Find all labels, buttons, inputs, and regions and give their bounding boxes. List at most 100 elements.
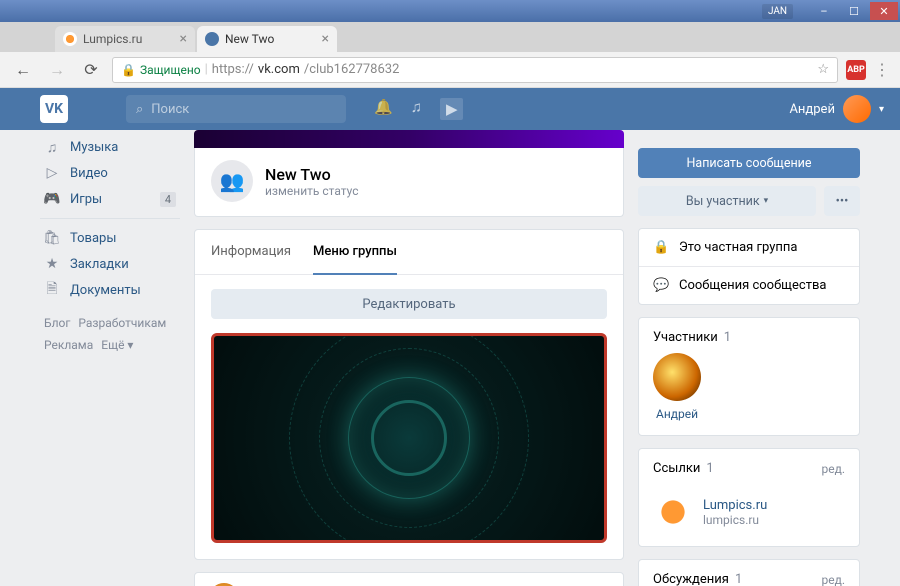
video-icon: ▷ (44, 165, 60, 181)
link-avatar (653, 492, 693, 532)
link-subtitle: lumpics.ru (703, 513, 767, 527)
reload-button[interactable]: ⟳ (78, 57, 104, 83)
search-placeholder: Поиск (151, 102, 189, 117)
avatar (653, 353, 701, 401)
group-name: New Two (265, 165, 359, 184)
chevron-down-icon: ▾ (879, 104, 884, 115)
right-column: Написать сообщение Вы участник ▾ ••• 🔒 Э… (638, 130, 860, 586)
new-post-input[interactable]: Добавить запись... 📷 🎬 ♫ ☰ (194, 572, 624, 586)
market-icon: 🛍 (44, 230, 60, 246)
member-name: Андрей (653, 407, 701, 421)
community-msgs-label: Сообщения сообщества (679, 278, 826, 293)
document-icon: 🗎 (44, 282, 60, 298)
vk-logo-icon[interactable]: VK (40, 95, 68, 123)
window-close-button[interactable]: ✕ (870, 2, 898, 20)
url-path: /club162778632 (304, 62, 400, 77)
notifications-icon[interactable]: 🔔 (374, 98, 393, 120)
block-header[interactable]: Участники 1 (639, 318, 859, 353)
favicon-icon (205, 32, 219, 46)
block-header[interactable]: Ссылки 1 ред. (639, 449, 859, 484)
page-body: ♫ Музыка ▷ Видео 🎮 Игры 4 🛍 Товары ★ Зак… (0, 130, 900, 586)
url-scheme: https:// (212, 62, 254, 77)
window-maximize-button[interactable]: ☐ (840, 2, 868, 20)
tab-info[interactable]: Информация (211, 230, 291, 274)
community-messages-row[interactable]: 💬 Сообщения сообщества (639, 267, 859, 304)
adblock-extension-icon[interactable]: ABP (846, 60, 866, 80)
music-icon: ♫ (44, 139, 60, 155)
sidebar-item-label: Музыка (70, 140, 118, 155)
sidebar-item-label: Игры (70, 192, 102, 207)
edit-link[interactable]: ред. (821, 573, 845, 586)
left-sidebar: ♫ Музыка ▷ Видео 🎮 Игры 4 🛍 Товары ★ Зак… (40, 130, 180, 586)
tab-title: Lumpics.ru (83, 32, 142, 46)
sidebar-footer: Блог Разработчикам Реклама Ещё ▾ (40, 303, 180, 366)
footer-link-blog[interactable]: Блог (44, 316, 70, 330)
sidebar-item-music[interactable]: ♫ Музыка (40, 134, 180, 160)
members-count: 1 (724, 330, 731, 345)
browser-toolbar: ← → ⟳ 🔒 Защищено | https://vk.com/club16… (0, 52, 900, 88)
footer-link-ads[interactable]: Реклама (44, 338, 93, 352)
links-title: Ссылки (653, 461, 700, 476)
role-label: Вы участник (686, 194, 760, 209)
members-title: Участники (653, 330, 718, 345)
edit-button[interactable]: Редактировать (211, 289, 607, 319)
group-header-card: 👥 New Two изменить статус (194, 148, 624, 217)
music-icon[interactable]: ♫ (411, 98, 422, 120)
edit-link[interactable]: ред. (821, 462, 845, 476)
secure-label: Защищено (140, 63, 201, 77)
sidebar-item-label: Видео (70, 166, 108, 181)
browser-tab-vk[interactable]: New Two × (197, 26, 337, 52)
browser-tabstrip: Lumpics.ru × New Two × (0, 22, 900, 52)
group-menu-image[interactable] (211, 333, 607, 543)
group-info-card: 🔒 Это частная группа 💬 Сообщения сообщес… (638, 228, 860, 305)
link-item[interactable]: Lumpics.ru lumpics.ru (639, 484, 859, 546)
username: Андрей (789, 102, 835, 117)
close-icon[interactable]: × (322, 31, 329, 47)
back-button[interactable]: ← (10, 57, 36, 83)
sidebar-item-label: Закладки (70, 257, 129, 272)
sidebar-badge: 4 (160, 192, 176, 207)
group-status-edit[interactable]: изменить статус (265, 184, 359, 198)
close-icon[interactable]: × (180, 31, 187, 47)
window-user: JAN (762, 4, 793, 19)
group-avatar[interactable]: 👥 (211, 160, 253, 202)
star-icon: ★ (44, 256, 60, 272)
sidebar-item-docs[interactable]: 🗎 Документы (40, 277, 180, 303)
search-input[interactable]: ⌕ Поиск (126, 95, 346, 123)
header-user-menu[interactable]: Андрей ▾ (789, 95, 884, 123)
block-header[interactable]: Обсуждения 1 ред. (639, 560, 859, 586)
footer-link-dev[interactable]: Разработчикам (78, 316, 166, 330)
address-bar[interactable]: 🔒 Защищено | https://vk.com/club16277863… (112, 57, 838, 83)
role-button[interactable]: Вы участник ▾ (638, 186, 816, 216)
private-label: Это частная группа (679, 240, 797, 255)
message-button[interactable]: Написать сообщение (638, 148, 860, 178)
avatar (843, 95, 871, 123)
tab-title: New Two (225, 32, 274, 46)
lock-icon: 🔒 Защищено (121, 63, 201, 77)
browser-menu-button[interactable]: ⋮ (874, 60, 890, 79)
games-icon: 🎮 (44, 191, 60, 207)
chevron-down-icon: ▾ (764, 196, 769, 206)
group-cover (194, 130, 624, 148)
tab-menu[interactable]: Меню группы (313, 230, 397, 275)
more-button[interactable]: ••• (824, 186, 860, 216)
sidebar-item-bookmarks[interactable]: ★ Закладки (40, 251, 180, 277)
sidebar-item-video[interactable]: ▷ Видео (40, 160, 180, 186)
browser-tab-lumpics[interactable]: Lumpics.ru × (55, 26, 195, 52)
sidebar-item-label: Товары (70, 231, 116, 246)
discussions-block: Обсуждения 1 ред. (638, 559, 860, 586)
play-icon[interactable]: ▶ (440, 98, 464, 120)
bookmark-star-icon[interactable]: ☆ (817, 62, 829, 77)
chat-icon: 💬 (653, 278, 669, 293)
window-minimize-button[interactable]: – (810, 2, 838, 20)
footer-link-more[interactable]: Ещё ▾ (101, 338, 133, 352)
member-item[interactable]: Андрей (639, 353, 715, 435)
sidebar-item-market[interactable]: 🛍 Товары (40, 225, 180, 251)
sidebar-item-games[interactable]: 🎮 Игры 4 (40, 186, 180, 212)
private-group-row: 🔒 Это частная группа (639, 229, 859, 267)
discussions-count: 1 (735, 572, 742, 586)
forward-button[interactable]: → (44, 57, 70, 83)
lock-icon: 🔒 (653, 240, 669, 255)
group-tabs: Информация Меню группы (195, 230, 623, 275)
members-block: Участники 1 Андрей (638, 317, 860, 436)
